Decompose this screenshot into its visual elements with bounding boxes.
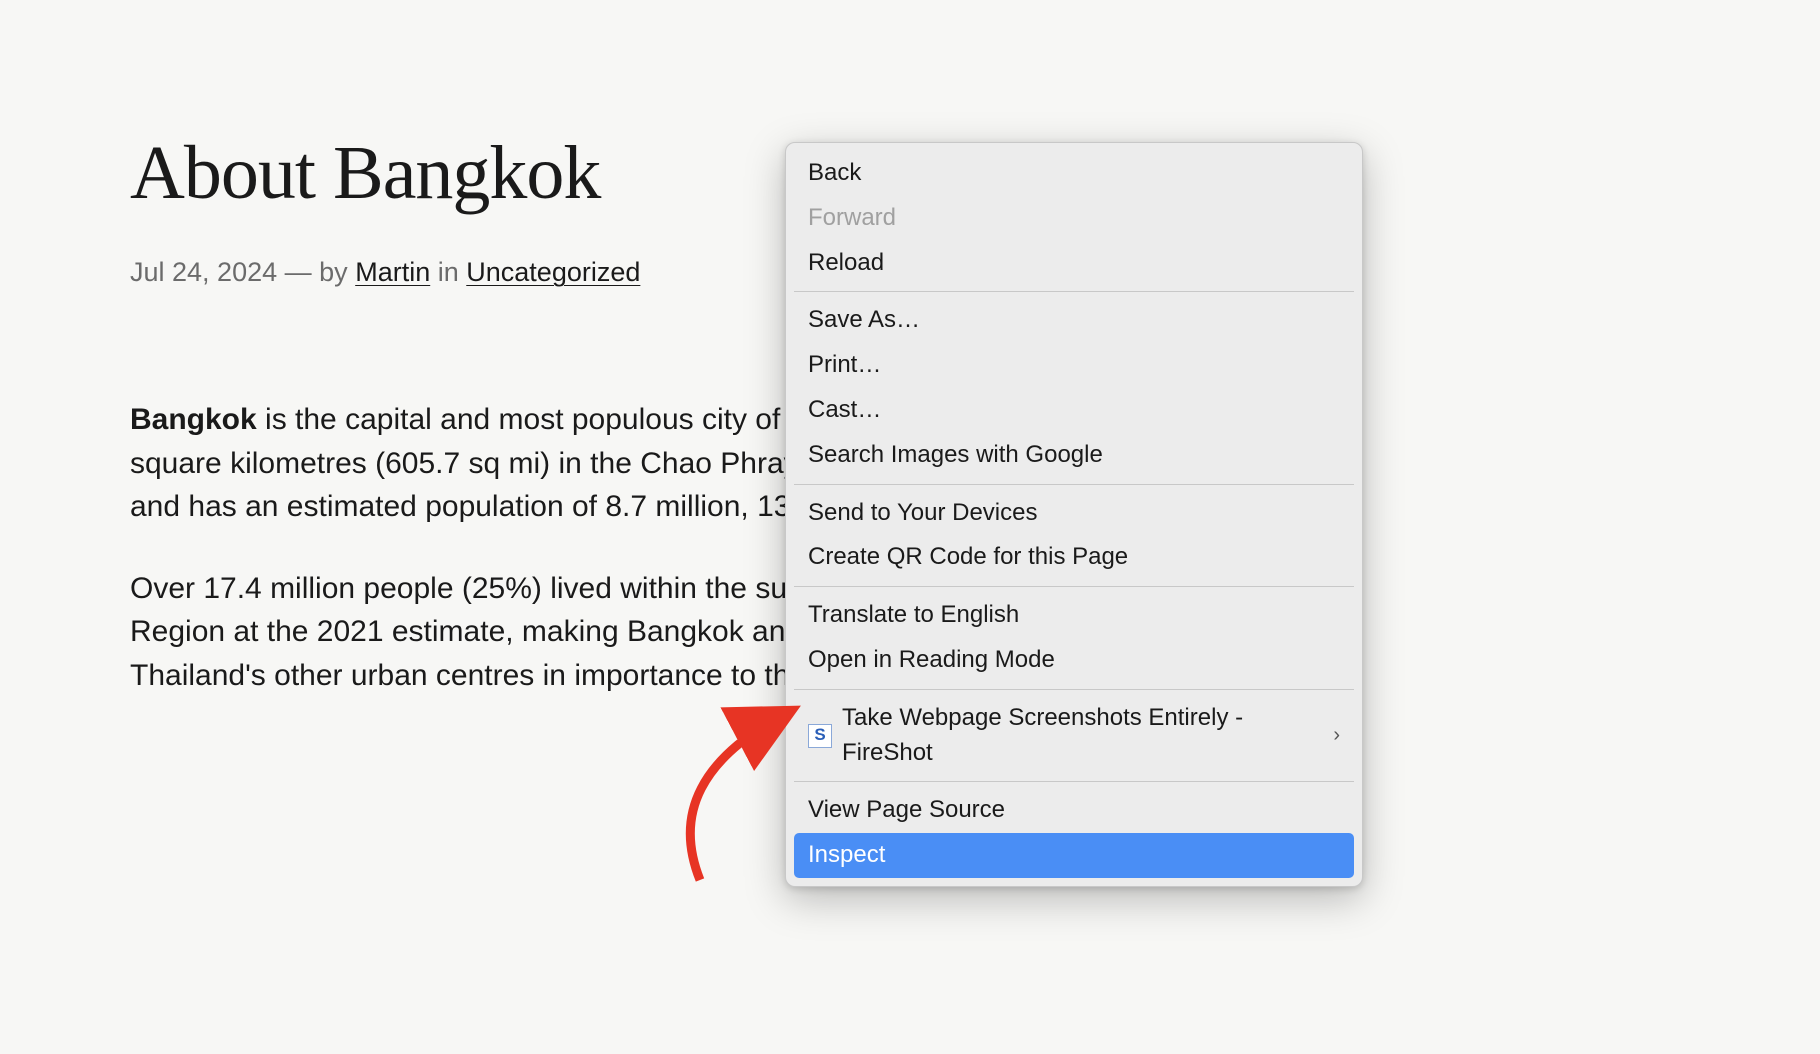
menu-item-open-in-reading-mode[interactable]: Open in Reading Mode — [794, 638, 1354, 683]
menu-item-reload[interactable]: Reload — [794, 241, 1354, 286]
by-label: by — [319, 257, 348, 287]
author-link[interactable]: Martin — [355, 257, 430, 287]
fireshot-extension-icon: S — [808, 724, 832, 748]
menu-divider — [794, 291, 1354, 292]
menu-item-label: Print… — [808, 348, 881, 383]
chevron-right-icon: › — [1333, 721, 1340, 750]
menu-item-label: Inspect — [808, 838, 885, 873]
menu-divider — [794, 586, 1354, 587]
menu-item-view-page-source[interactable]: View Page Source — [794, 788, 1354, 833]
menu-item-label: Take Webpage Screenshots Entirely - Fire… — [842, 701, 1323, 771]
menu-item-translate-to-english[interactable]: Translate to English — [794, 593, 1354, 638]
category-link[interactable]: Uncategorized — [466, 257, 640, 287]
menu-item-label: Open in Reading Mode — [808, 643, 1055, 678]
menu-item-label: Save As… — [808, 303, 920, 338]
menu-item-send-to-your-devices[interactable]: Send to Your Devices — [794, 491, 1354, 536]
menu-divider — [794, 781, 1354, 782]
menu-item-label: Search Images with Google — [808, 438, 1103, 473]
menu-item-inspect[interactable]: Inspect — [794, 833, 1354, 878]
menu-item-label: Forward — [808, 201, 896, 236]
menu-item-label: Cast… — [808, 393, 881, 428]
menu-item-print[interactable]: Print… — [794, 343, 1354, 388]
menu-item-take-webpage-screenshots-entirely-fireshot[interactable]: S Take Webpage Screenshots Entirely - Fir… — [794, 696, 1354, 776]
menu-item-back[interactable]: Back — [794, 151, 1354, 196]
menu-item-label: Reload — [808, 246, 884, 281]
menu-item-label: Back — [808, 156, 861, 191]
menu-item-search-images-with-google[interactable]: Search Images with Google — [794, 433, 1354, 478]
menu-item-cast[interactable]: Cast… — [794, 388, 1354, 433]
menu-item-forward: Forward — [794, 196, 1354, 241]
meta-separator: — — [285, 257, 312, 287]
menu-item-label: View Page Source — [808, 793, 1005, 828]
menu-item-label: Send to Your Devices — [808, 496, 1038, 531]
article-date: Jul 24, 2024 — [130, 257, 277, 287]
menu-item-label: Create QR Code for this Page — [808, 540, 1128, 575]
menu-item-save-as[interactable]: Save As… — [794, 298, 1354, 343]
menu-item-create-qr-code-for-this-page[interactable]: Create QR Code for this Page — [794, 535, 1354, 580]
p1-strong: Bangkok — [130, 403, 257, 436]
menu-divider — [794, 484, 1354, 485]
context-menu: Back Forward Reload Save As… Print… Cast… Sear… — [785, 142, 1363, 887]
menu-item-label: Translate to English — [808, 598, 1019, 633]
menu-divider — [794, 689, 1354, 690]
in-label: in — [438, 257, 459, 287]
